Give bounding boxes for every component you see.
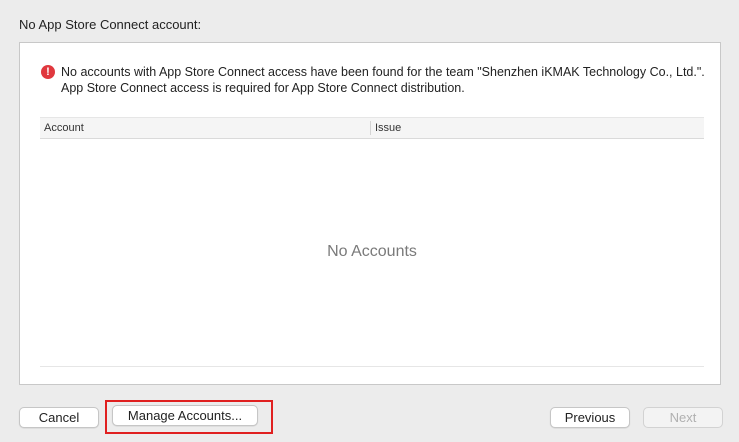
column-header-account[interactable]: Account <box>44 122 84 134</box>
page-heading: No App Store Connect account: <box>19 17 202 32</box>
accounts-table: Account Issue No Accounts <box>40 117 704 367</box>
empty-state-message: No Accounts <box>327 243 417 260</box>
column-divider[interactable] <box>370 121 371 135</box>
table-header: Account Issue <box>40 117 704 139</box>
table-bottom-divider <box>40 366 704 367</box>
account-panel: ! No accounts with App Store Connect acc… <box>19 42 721 385</box>
exclamation-circle-icon: ! <box>41 65 55 79</box>
next-button[interactable]: Next <box>643 407 723 428</box>
column-header-issue[interactable]: Issue <box>375 122 401 134</box>
alert-message: No accounts with App Store Connect acces… <box>61 65 705 95</box>
highlight-outline <box>105 400 273 434</box>
previous-button[interactable]: Previous <box>550 407 630 428</box>
cancel-button[interactable]: Cancel <box>19 407 99 428</box>
